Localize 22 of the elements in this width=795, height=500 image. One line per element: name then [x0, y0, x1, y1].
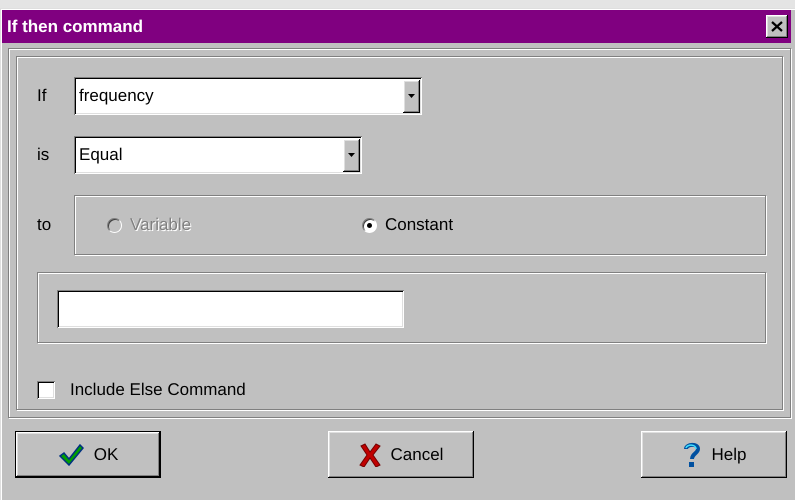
- caret-icon: [348, 153, 355, 157]
- caret-icon: [408, 94, 415, 98]
- dropdown-field[interactable]: Equal: [74, 136, 362, 174]
- radio-button[interactable]: [362, 218, 377, 232]
- dropdown-field[interactable]: frequency: [74, 77, 422, 115]
- field-label: is: [37, 145, 50, 165]
- input-field[interactable]: [57, 290, 404, 328]
- close-icon: [771, 21, 783, 32]
- close-button[interactable]: [766, 15, 788, 38]
- question-mark-icon: [682, 440, 702, 468]
- x-icon: [358, 442, 381, 466]
- field-label: If: [37, 86, 48, 106]
- check-icon: [58, 442, 84, 466]
- window-title: If then command: [7, 16, 144, 36]
- checkbox-label: Include Else Command: [70, 380, 246, 400]
- field-label: to: [37, 215, 52, 235]
- cancel-button[interactable]: Cancel: [328, 431, 474, 478]
- checkbox[interactable]: [37, 381, 55, 399]
- radio-label: Constant: [385, 215, 454, 235]
- radio-label: Variable: [130, 215, 192, 235]
- help-button[interactable]: Help: [641, 431, 787, 478]
- ok-button[interactable]: OK: [15, 431, 161, 478]
